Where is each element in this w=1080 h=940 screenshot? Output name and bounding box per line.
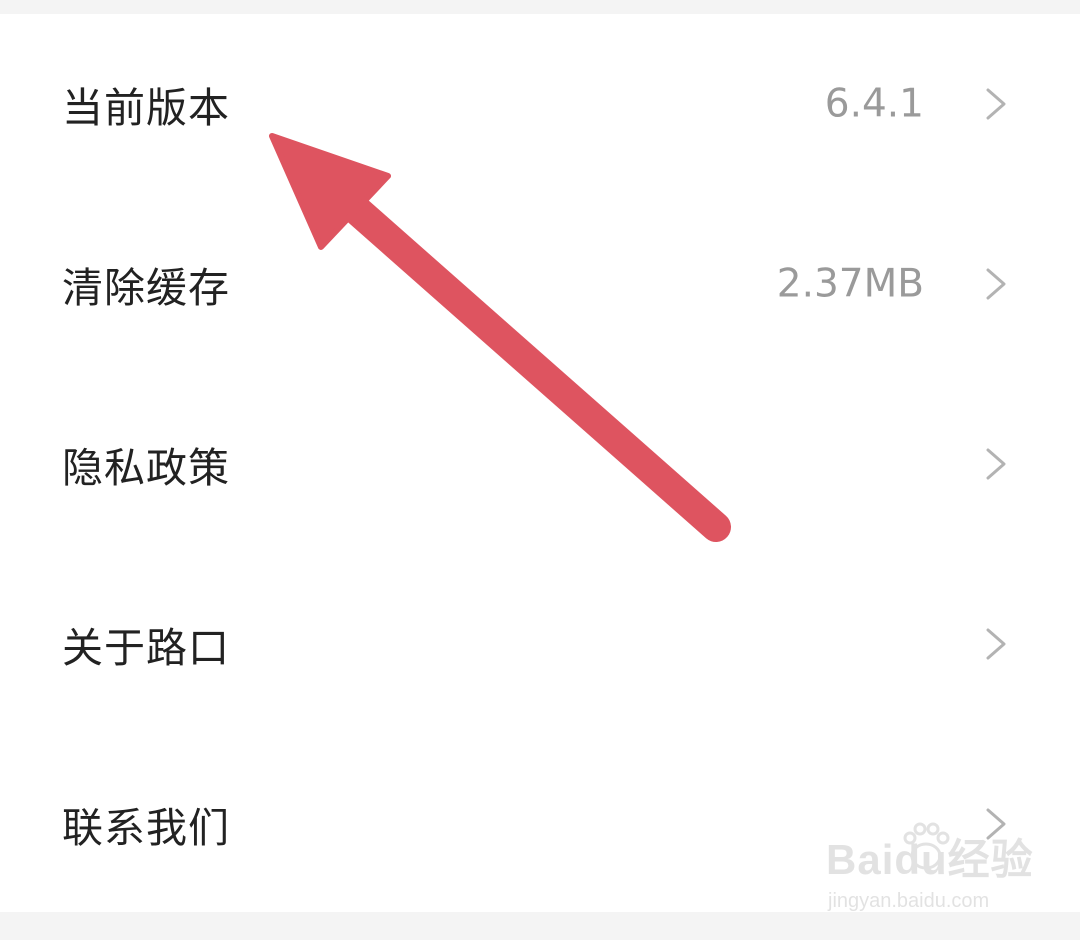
baidu-jingyan-watermark: Baidu经验 jingyan.baidu.com [826, 820, 1033, 920]
row-label-about: 关于路口 [62, 624, 230, 672]
chevron-right-icon [986, 88, 1006, 120]
settings-panel: 当前版本 6.4.1 清除缓存 2.37MB 隐私政策 关于路口 联系我们 [0, 14, 1080, 912]
watermark-url: jingyan.baidu.com [828, 890, 990, 912]
row-label-contact: 联系我们 [62, 804, 230, 852]
settings-row-version[interactable]: 当前版本 6.4.1 [0, 14, 1080, 194]
chevron-right-icon [986, 628, 1006, 660]
watermark-brand: Baidu经验 [826, 836, 1034, 883]
settings-row-about[interactable]: 关于路口 [0, 554, 1080, 734]
settings-row-clear-cache[interactable]: 清除缓存 2.37MB [0, 194, 1080, 374]
row-value-version: 6.4.1 [824, 81, 924, 127]
settings-row-privacy-policy[interactable]: 隐私政策 [0, 374, 1080, 554]
row-value-cache-size: 2.37MB [776, 261, 924, 307]
row-label-clear-cache: 清除缓存 [62, 264, 230, 312]
row-label-version: 当前版本 [62, 84, 230, 132]
row-label-privacy-policy: 隐私政策 [62, 444, 230, 492]
chevron-right-icon [986, 448, 1006, 480]
chevron-right-icon [986, 268, 1006, 300]
